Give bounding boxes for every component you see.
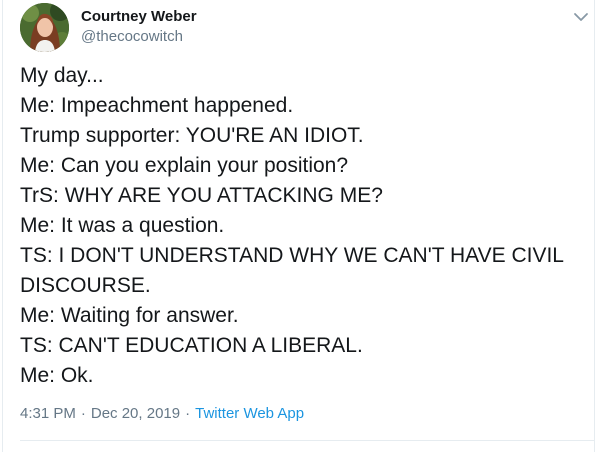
tweet-text: My day... Me: Impeachment happened. Trum… (20, 61, 590, 391)
chevron-down-icon[interactable] (573, 10, 589, 22)
tweet-line: TS: CAN'T EDUCATION A LIBERAL. (20, 334, 363, 357)
tweet-line: Trump supporter: YOU'RE AN IDIOT. (20, 124, 364, 147)
tweet-date[interactable]: Dec 20, 2019 (91, 405, 180, 422)
tweet-source-link[interactable]: Twitter Web App (195, 405, 304, 422)
profile-photo-icon (20, 3, 69, 52)
divider (20, 440, 594, 441)
tweet-card: Courtney Weber @thecocowitch My day... M… (2, 0, 595, 452)
tweet-line: Me: Ok. (20, 364, 94, 387)
tweet-line: Me: Can you explain your position? (20, 154, 349, 177)
tweet-line: TrS: WHY ARE YOU ATTACKING ME? (20, 184, 383, 207)
tweet-line: DISCOURSE. (20, 274, 151, 297)
tweet-line: Me: Waiting for answer. (20, 304, 239, 327)
meta-separator: · (80, 405, 86, 422)
author-handle[interactable]: @thecocowitch (81, 28, 183, 45)
tweet-line: TS: I DON'T UNDERSTAND WHY WE CAN'T HAVE… (20, 244, 564, 267)
author-display-name[interactable]: Courtney Weber (81, 8, 197, 25)
tweet-meta: 4:31 PM · Dec 20, 2019 · Twitter Web App (20, 405, 304, 422)
meta-separator: · (185, 405, 191, 422)
tweet-line: My day... (20, 64, 104, 87)
author-avatar[interactable] (20, 3, 69, 52)
tweet-line: Me: It was a question. (20, 214, 225, 237)
tweet-line: Me: Impeachment happened. (20, 94, 294, 117)
tweet-time[interactable]: 4:31 PM (20, 405, 76, 422)
